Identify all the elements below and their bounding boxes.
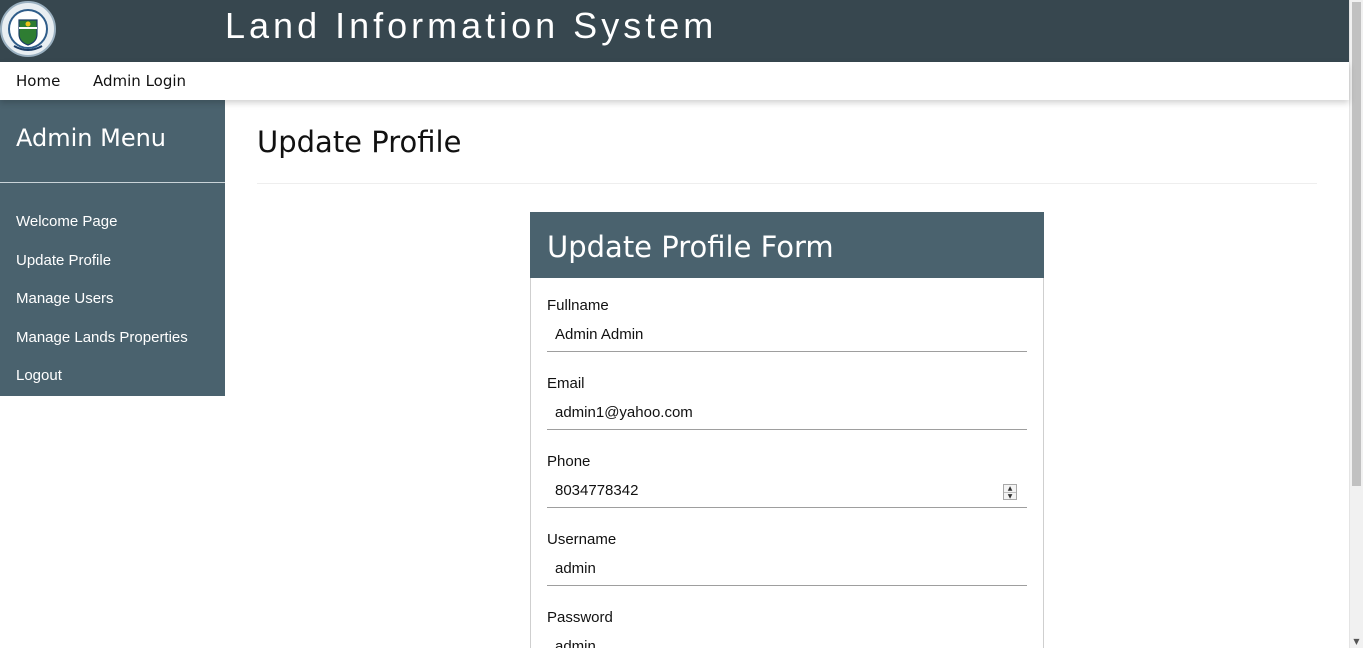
page: Land Information System Home Admin Login…: [0, 0, 1363, 648]
fullname-label: Fullname: [547, 297, 609, 314]
update-profile-form: Update Profile Form Fullname Email Phone…: [530, 212, 1044, 648]
phone-label: Phone: [547, 453, 591, 470]
admin-sidebar: Admin Menu Welcome Page Update Profile M…: [0, 100, 225, 396]
sidebar-item-welcome-page[interactable]: Welcome Page: [16, 212, 117, 232]
form-header: Update Profile Form: [530, 212, 1044, 278]
sidebar-item-manage-lands-properties[interactable]: Manage Lands Properties: [16, 328, 188, 348]
site-title: Land Information System: [225, 5, 718, 46]
state-seal-logo[interactable]: [0, 0, 58, 58]
scroll-down-arrow-icon[interactable]: ▼: [1350, 636, 1363, 648]
top-nav: Home Admin Login: [0, 62, 1349, 100]
email-label: Email: [547, 375, 585, 392]
stepper-up-icon[interactable]: ▲: [1004, 485, 1016, 493]
sidebar-item-manage-users[interactable]: Manage Users: [16, 289, 114, 309]
username-input[interactable]: [547, 552, 1027, 586]
password-input[interactable]: [547, 630, 1027, 648]
page-scrollbar[interactable]: ▼: [1349, 0, 1363, 648]
page-title: Update Profile: [257, 125, 462, 159]
phone-input[interactable]: [547, 474, 1027, 508]
site-header: Land Information System: [0, 0, 1349, 62]
sidebar-item-update-profile[interactable]: Update Profile: [16, 251, 111, 271]
nav-admin-login-link[interactable]: Admin Login: [93, 62, 186, 100]
sidebar-item-logout[interactable]: Logout: [16, 366, 62, 386]
sidebar-divider: [0, 182, 225, 183]
nav-home-link[interactable]: Home: [16, 62, 60, 100]
stepper-down-icon[interactable]: ▼: [1004, 493, 1016, 500]
password-label: Password: [547, 609, 613, 626]
sidebar-title: Admin Menu: [16, 124, 167, 152]
scrollbar-thumb[interactable]: [1352, 2, 1361, 486]
fullname-input[interactable]: [547, 318, 1027, 352]
email-input[interactable]: [547, 396, 1027, 430]
form-title: Update Profile Form: [547, 230, 834, 264]
username-label: Username: [547, 531, 617, 548]
phone-stepper[interactable]: ▲ ▼: [1003, 484, 1017, 500]
title-divider: [257, 183, 1317, 184]
